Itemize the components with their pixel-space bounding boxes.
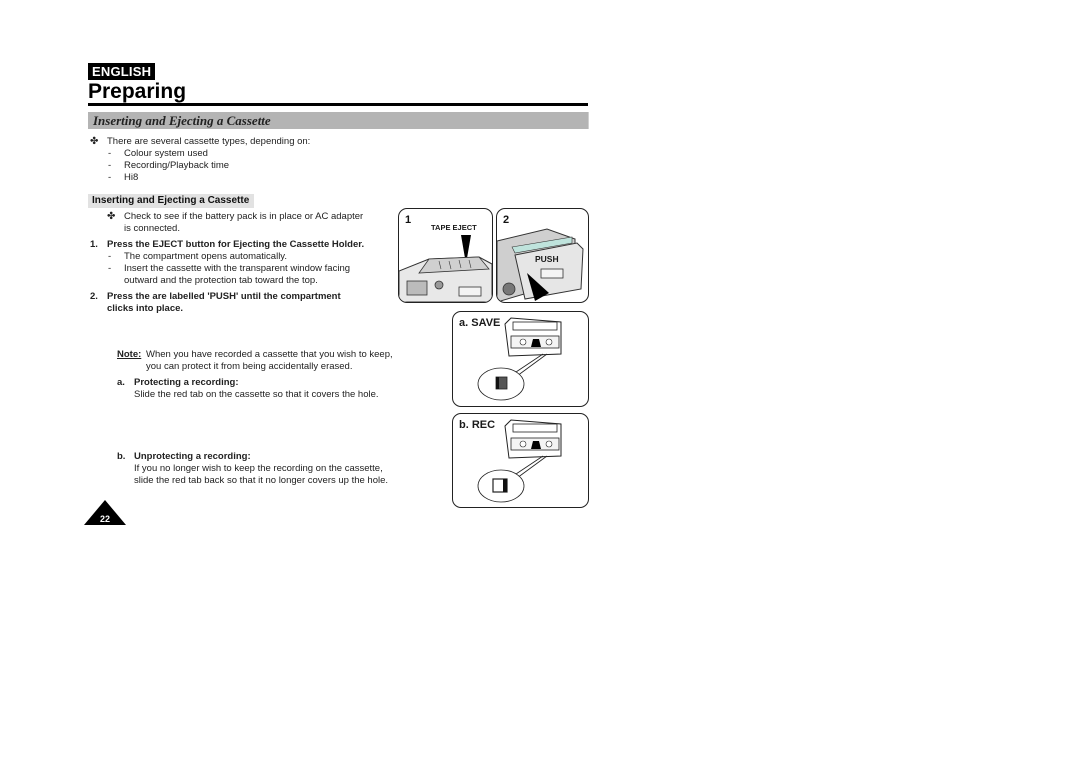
unprotect-text: If you no longer wish to keep the record… bbox=[134, 463, 383, 474]
step1-item: Insert the cassette with the transparent… bbox=[124, 263, 351, 274]
title-divider bbox=[88, 103, 588, 106]
dash: - bbox=[108, 172, 112, 183]
step1-title: Press the EJECT button for Ejecting the … bbox=[107, 239, 365, 250]
step2-title: clicks into place. bbox=[107, 303, 184, 314]
figure-rec: b. REC bbox=[452, 413, 589, 508]
unprotect-title: Unprotecting a recording: bbox=[134, 451, 251, 462]
cassette-rec-illustration bbox=[477, 419, 562, 503]
item-marker: a. bbox=[117, 377, 125, 388]
figure-tape-eject: 1 TAPE EJECT bbox=[398, 208, 493, 303]
protect-title: Protecting a recording: bbox=[134, 377, 239, 388]
push-label: PUSH bbox=[535, 254, 559, 264]
protect-text: Slide the red tab on the cassette so tha… bbox=[134, 389, 379, 400]
intro-item: Hi8 bbox=[124, 172, 139, 183]
check-text: is connected. bbox=[124, 223, 180, 234]
subsection-header: Inserting and Ejecting a Cassette bbox=[88, 194, 254, 208]
cassette-save-illustration bbox=[477, 317, 562, 401]
figure-push: 2 PUSH bbox=[496, 208, 589, 303]
note-text: you can protect it from being accidental… bbox=[146, 361, 353, 372]
page-number: 22 bbox=[99, 514, 110, 524]
dash: - bbox=[108, 251, 112, 262]
step-number: 2. bbox=[90, 291, 98, 302]
step1-item: outward and the protection tab toward th… bbox=[124, 275, 318, 286]
page-title: Preparing bbox=[88, 80, 187, 103]
cross-bullet-icon: ✤ bbox=[107, 211, 116, 222]
intro-item: Colour system used bbox=[124, 148, 208, 159]
cross-bullet-icon: ✤ bbox=[90, 136, 99, 147]
intro-item: Recording/Playback time bbox=[124, 160, 230, 171]
check-text: Check to see if the battery pack is in p… bbox=[124, 211, 364, 222]
section-header: Inserting and Ejecting a Cassette bbox=[88, 112, 589, 129]
note-text: When you have recorded a cassette that y… bbox=[146, 349, 393, 360]
dash: - bbox=[108, 263, 112, 274]
step1-item: The compartment opens automatically. bbox=[124, 251, 287, 262]
intro-text: There are several cassette types, depend… bbox=[107, 136, 311, 147]
subsection-title: Inserting and Ejecting a Cassette bbox=[92, 195, 250, 206]
dash: - bbox=[108, 148, 112, 159]
unprotect-text: slide the red tab back so that it no lon… bbox=[134, 475, 389, 486]
camcorder-illustration bbox=[399, 235, 492, 302]
figure-save: a. SAVE bbox=[452, 311, 589, 407]
dash: - bbox=[108, 160, 112, 171]
item-marker: b. bbox=[117, 451, 126, 462]
note-label: Note: bbox=[117, 349, 142, 360]
language-badge: ENGLISH bbox=[88, 63, 156, 80]
step-number: 1. bbox=[90, 239, 98, 250]
step2-title: Press the are labelled 'PUSH' until the … bbox=[107, 291, 341, 302]
section-title: Inserting and Ejecting a Cassette bbox=[93, 113, 271, 128]
